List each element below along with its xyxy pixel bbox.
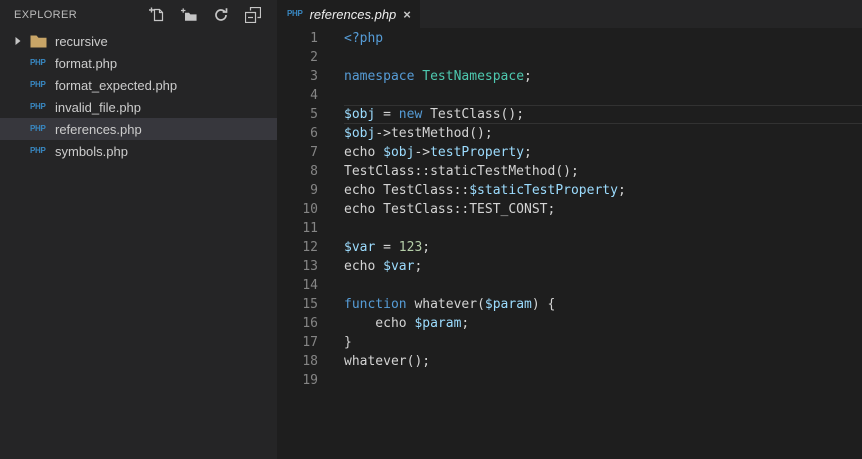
code-editor[interactable]: 1 <?php 2 3 namespace TestNamespace; 4 5 $obj =… <box>277 28 862 459</box>
line-number: 7 <box>310 145 318 160</box>
file-name: format.php <box>55 55 118 71</box>
line-content: echo TestClass::$staticTestProperty; <box>344 183 626 198</box>
tab-bar: PHP references.php × <box>277 0 862 28</box>
line-number: 10 <box>302 202 318 217</box>
new-file-icon[interactable] <box>149 7 165 23</box>
line-number: 11 <box>302 221 318 236</box>
line-content: <?php <box>344 31 384 46</box>
code-line-10: 10 echo TestClass::TEST_CONST; <box>277 200 862 219</box>
line-content: $obj->testMethod(); <box>344 126 493 141</box>
line-number: 8 <box>310 164 318 179</box>
explorer-actions <box>149 7 277 23</box>
line-content: whatever(); <box>344 354 431 369</box>
sidebar-item-invalid-file-php[interactable]: PHP invalid_file.php <box>0 96 277 118</box>
sidebar-item-format-expected-php[interactable]: PHP format_expected.php <box>0 74 277 96</box>
php-file-icon: PHP <box>30 124 46 133</box>
line-number: 19 <box>302 373 318 388</box>
code-line-12: 12 $var = 123; <box>277 238 862 257</box>
code-line-15: 15 function whatever($param) { <box>277 295 862 314</box>
line-number: 18 <box>302 354 318 369</box>
line-number: 14 <box>302 278 318 293</box>
line-content <box>344 371 862 390</box>
code-line-17: 17} <box>277 333 862 352</box>
code-line-5: 5 $obj = new TestClass(); <box>277 105 862 124</box>
code-line-2: 2 <box>277 48 862 67</box>
file-name: format_expected.php <box>55 77 178 93</box>
php-file-icon: PHP <box>30 102 46 111</box>
code-line-4: 4 <box>277 86 862 105</box>
line-number: 17 <box>302 335 318 350</box>
line-content: echo $var; <box>344 259 423 274</box>
file-name: references.php <box>55 121 142 137</box>
line-number: 13 <box>302 259 318 274</box>
line-content: } <box>344 335 352 350</box>
php-file-icon: PHP <box>30 146 46 155</box>
code-line-13: 13 echo $var; <box>277 257 862 276</box>
file-tree: recursive PHP format.php PHP format_expected… <box>0 30 277 459</box>
chevron-right-icon[interactable] <box>14 36 30 46</box>
line-number: 2 <box>310 50 318 65</box>
line-content <box>344 48 862 67</box>
line-number: 9 <box>310 183 318 198</box>
new-folder-icon[interactable] <box>181 7 197 23</box>
tab-label: references.php <box>309 6 397 22</box>
code-line-1: 1 <?php <box>277 29 862 48</box>
collapse-all-icon[interactable] <box>245 7 261 23</box>
line-content <box>344 219 862 238</box>
line-number: 4 <box>310 88 318 103</box>
line-content <box>344 86 862 105</box>
file-name: invalid_file.php <box>55 99 142 115</box>
code-line-6: 6 $obj->testMethod(); <box>277 124 862 143</box>
sidebar-item-format-php[interactable]: PHP format.php <box>0 52 277 74</box>
line-content: echo TestClass::TEST_CONST; <box>344 202 556 217</box>
line-content: $var = 123; <box>344 240 431 255</box>
code-line-7: 7 echo $obj->testProperty; <box>277 143 862 162</box>
line-content: $obj = new TestClass(); <box>344 105 862 124</box>
explorer-header: EXPLORER <box>0 0 277 30</box>
code-line-19: 19 <box>277 371 862 390</box>
line-content: echo $param; <box>344 316 470 331</box>
code-line-11: 11 <box>277 219 862 238</box>
php-file-icon: PHP <box>287 9 303 18</box>
line-number: 5 <box>310 107 318 122</box>
tab-references-php[interactable]: PHP references.php × <box>277 0 420 28</box>
line-number: 1 <box>310 31 318 46</box>
line-content: namespace TestNamespace; <box>344 69 532 84</box>
line-number: 15 <box>302 297 318 312</box>
code-line-18: 18 whatever(); <box>277 352 862 371</box>
line-number: 3 <box>310 69 318 84</box>
line-number: 6 <box>310 126 318 141</box>
code-line-8: 8 TestClass::staticTestMethod(); <box>277 162 862 181</box>
line-content: TestClass::staticTestMethod(); <box>344 164 579 179</box>
sidebar-item-symbols-php[interactable]: PHP symbols.php <box>0 140 277 162</box>
editor-area: PHP references.php × 1 <?php 2 3 namespace T… <box>277 0 862 459</box>
refresh-icon[interactable] <box>213 7 229 23</box>
vscode-window: EXPLORER recursive PHP format.php PHP fo… <box>0 0 862 459</box>
close-icon[interactable]: × <box>403 8 411 21</box>
explorer-title: EXPLORER <box>14 9 78 21</box>
php-file-icon: PHP <box>30 58 46 67</box>
file-name: symbols.php <box>55 143 128 159</box>
php-file-icon: PHP <box>30 80 46 89</box>
sidebar-item-references-php[interactable]: PHP references.php <box>0 118 277 140</box>
code-line-16: 16 echo $param; <box>277 314 862 333</box>
sidebar-item-recursive[interactable]: recursive <box>0 30 277 52</box>
code-line-3: 3 namespace TestNamespace; <box>277 67 862 86</box>
folder-icon <box>30 35 52 48</box>
line-content <box>344 276 862 295</box>
explorer-sidebar: EXPLORER recursive PHP format.php PHP fo… <box>0 0 277 459</box>
line-number: 12 <box>302 240 318 255</box>
code-line-14: 14 <box>277 276 862 295</box>
file-name: recursive <box>55 33 108 49</box>
line-number: 16 <box>302 316 318 331</box>
code-line-9: 9 echo TestClass::$staticTestProperty; <box>277 181 862 200</box>
line-content: echo $obj->testProperty; <box>344 145 532 160</box>
line-content: function whatever($param) { <box>344 297 556 312</box>
